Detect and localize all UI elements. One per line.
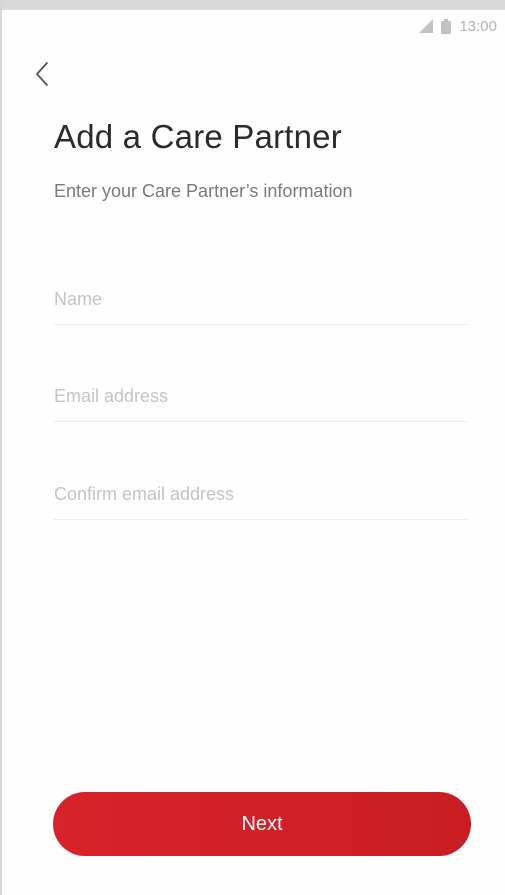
back-button[interactable] (26, 60, 58, 92)
email-input[interactable] (54, 371, 468, 422)
chevron-left-icon (35, 61, 49, 92)
page-title: Add a Care Partner (54, 118, 342, 155)
status-time: 13:00 (459, 17, 497, 35)
page-subtitle: Enter your Care Partner’s information (54, 181, 353, 201)
signal-icon (419, 19, 434, 33)
next-button[interactable]: Next (53, 792, 471, 856)
screen: 13:00 Add a Care Partner Enter your Care… (0, 0, 505, 895)
name-input[interactable] (54, 274, 468, 325)
status-bar: 13:00 (419, 16, 497, 36)
top-strip (2, 0, 505, 10)
battery-icon (441, 18, 452, 34)
confirm-email-input[interactable] (54, 469, 468, 520)
